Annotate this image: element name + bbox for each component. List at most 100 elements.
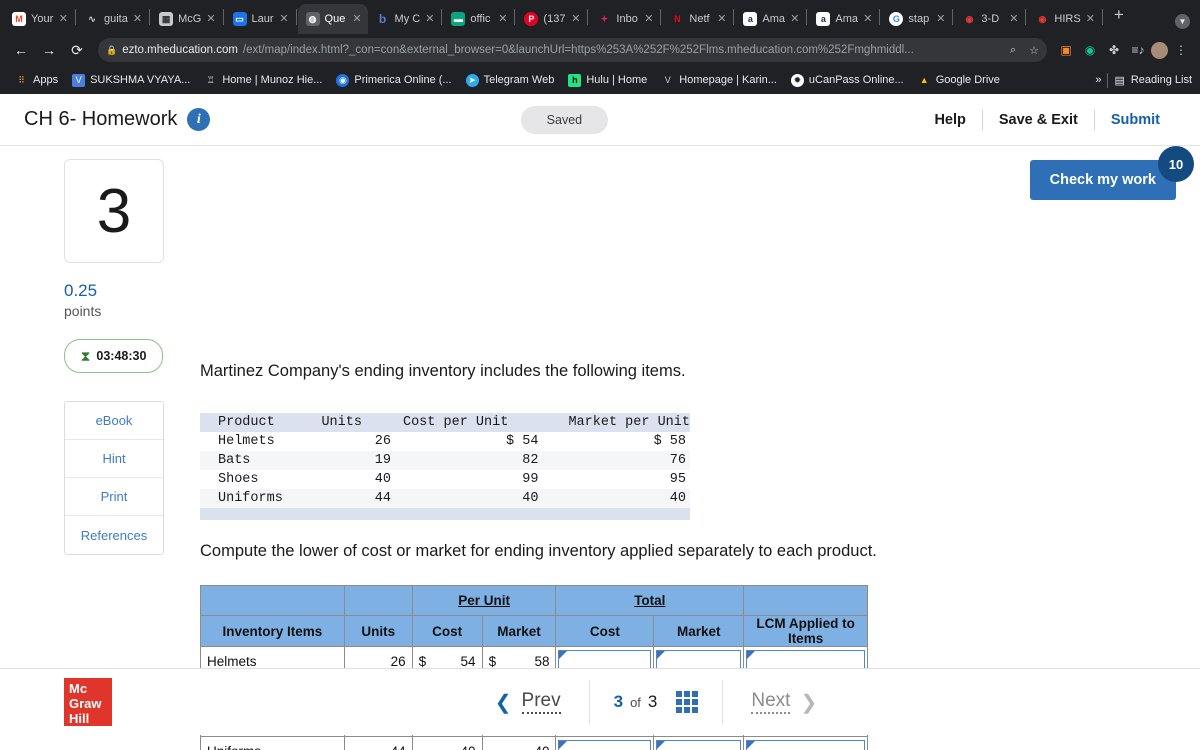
tab-close-icon[interactable]: ✕ (352, 13, 361, 25)
browser-tab[interactable]: b My C ✕ (368, 4, 441, 34)
tab-close-icon[interactable]: ✕ (571, 13, 580, 25)
group-header-per-unit: Per Unit (411, 585, 557, 616)
total-cost-input[interactable] (558, 739, 652, 750)
bookmark-label: Homepage | Karin... (679, 74, 777, 86)
tab-close-icon[interactable]: ✕ (206, 13, 215, 25)
assignment-header: CH 6- Homework i Saved Help Save & Exit … (0, 94, 1200, 146)
lcm-input[interactable] (746, 739, 865, 750)
exhibit-market: 76 (669, 453, 686, 468)
bookmark-item[interactable]: h Hulu | Home (561, 71, 654, 90)
tab-close-icon[interactable]: ✕ (863, 13, 872, 25)
puzzle-icon[interactable]: ✤ (1103, 39, 1125, 61)
hulu-icon: h (568, 73, 582, 87)
avatar-icon[interactable] (1151, 41, 1168, 59)
table-row: Uniforms 44 40 40 (200, 489, 690, 508)
exhibit-header-market: Market per Unit (568, 415, 690, 430)
browser-tab[interactable]: ▬ offic ✕ (443, 4, 513, 34)
bookmark-star-icon[interactable]: ☆ (1029, 44, 1039, 57)
forward-button[interactable]: → (36, 37, 62, 63)
info-icon[interactable]: i (187, 108, 211, 131)
bookmark-item[interactable]: ♖ Home | Munoz Hie... (197, 71, 329, 90)
ebook-button[interactable]: eBook (65, 402, 163, 440)
references-button[interactable]: References (65, 516, 163, 554)
input-cell-total-cost[interactable] (555, 736, 655, 750)
browser-tab[interactable]: ✦ Inbo ✕ (589, 4, 659, 34)
points-label: points (64, 303, 102, 319)
tab-close-icon[interactable]: ✕ (59, 13, 68, 25)
table-row: Shoes 40 99 95 (200, 470, 690, 489)
browser-tab[interactable]: ∿ guita ✕ (77, 4, 148, 34)
hint-button[interactable]: Hint (65, 440, 163, 478)
current-page: 3 (613, 692, 624, 711)
address-bar[interactable]: 🔒 ezto.mheducation.com /ext/map/index.ht… (98, 38, 1047, 62)
bookmark-item[interactable]: ▲ Google Drive (911, 71, 1007, 90)
new-tab-button[interactable]: + (1104, 5, 1134, 29)
answer-item-name: Uniforms (200, 736, 345, 750)
bookmark-apps[interactable]: ⠿ Apps (8, 71, 65, 90)
browser-tab[interactable]: N Netf ✕ (662, 4, 732, 34)
back-button[interactable]: ← (8, 37, 34, 63)
reload-button[interactable]: ⟳ (64, 37, 90, 63)
browser-tab[interactable]: ◉ 3-D ✕ (954, 4, 1024, 34)
tab-close-icon[interactable]: ✕ (133, 13, 142, 25)
tab-close-icon[interactable]: ✕ (498, 13, 507, 25)
browser-tab[interactable]: ▭ Laur ✕ (225, 4, 295, 34)
assignment-content: Check my work 10 3 0.25 points ⧗ 03:48:3… (0, 146, 1200, 750)
bookmark-item[interactable]: ➤ Telegram Web (459, 71, 562, 90)
bookmark-item[interactable]: V SUKSHMA VYAYA... (65, 71, 197, 90)
tab-title: 3-D (981, 13, 1000, 25)
tab-title: Netf (689, 13, 710, 25)
bookmark-label: SUKSHMA VYAYA... (90, 74, 191, 86)
tab-title: Your (31, 13, 54, 25)
prev-button[interactable]: ❮ Prev (467, 690, 589, 715)
browser-tab[interactable]: P (137 ✕ (516, 4, 586, 34)
tab-close-icon[interactable]: ✕ (1086, 13, 1095, 25)
exhibit-market: $ 58 (653, 434, 686, 449)
telegram-icon: ➤ (465, 73, 479, 87)
extension-orange-icon[interactable]: ▣ (1055, 39, 1077, 61)
tab-close-icon[interactable]: ✕ (936, 13, 945, 25)
browser-tab[interactable]: G stap ✕ (881, 4, 951, 34)
bookmarks-separator (1107, 72, 1109, 88)
next-button[interactable]: Next ❯ (723, 690, 845, 715)
bookmarks-overflow-icon[interactable]: » (1095, 74, 1101, 86)
tab-close-icon[interactable]: ✕ (1009, 13, 1018, 25)
bookmark-item[interactable]: ◉ Primerica Online (... (329, 71, 458, 90)
answer-group-header-row: Per Unit Total (200, 585, 868, 616)
browser-tab[interactable]: a Ama ✕ (808, 4, 878, 34)
logo-line-1: Mc (69, 681, 88, 696)
points-value: 0.25 (64, 281, 98, 300)
input-cell-lcm[interactable] (743, 736, 868, 750)
input-cell-total-market[interactable] (653, 736, 745, 750)
browser-tab[interactable]: M Your ✕ (4, 4, 74, 34)
col-header-inventory-items: Inventory Items (200, 615, 345, 647)
browser-tab-active[interactable]: ◍ Que ✕ (297, 4, 368, 34)
reading-list-label[interactable]: Reading List (1131, 74, 1192, 86)
exhibit-market: 40 (669, 491, 686, 506)
tab-close-icon[interactable]: ✕ (717, 13, 726, 25)
answer-per-unit-cost-value: 40 (461, 744, 476, 750)
save-and-exit-button[interactable]: Save & Exit (983, 112, 1094, 128)
browser-tab[interactable]: ◉ HIRS ✕ (1027, 4, 1101, 34)
search-icon[interactable]: ⌕ (1010, 44, 1016, 57)
print-button[interactable]: Print (65, 478, 163, 516)
answer-per-unit-market-value: 40 (534, 744, 549, 750)
readinglist-icon[interactable]: ≡♪ (1127, 39, 1149, 61)
tab-close-icon[interactable]: ✕ (279, 13, 288, 25)
help-button[interactable]: Help (918, 112, 981, 128)
tab-close-icon[interactable]: ✕ (644, 13, 653, 25)
bookmark-item[interactable]: ✹ uCanPass Online... (784, 71, 911, 90)
tab-close-icon[interactable]: ✕ (790, 13, 799, 25)
submit-button[interactable]: Submit (1095, 112, 1176, 128)
lock-icon: 🔒 (106, 44, 118, 55)
tab-search-icon[interactable]: ▼ (1175, 14, 1190, 29)
total-market-input[interactable] (656, 739, 742, 750)
grid-pages-icon[interactable] (676, 691, 699, 713)
browser-tab[interactable]: ▦ McG ✕ (151, 4, 221, 34)
bookmark-item[interactable]: V Homepage | Karin... (654, 71, 784, 90)
exhibit-product: Shoes (218, 472, 259, 487)
browser-tab[interactable]: a Ama ✕ (735, 4, 805, 34)
menu-icon[interactable]: ⋮ (1170, 39, 1192, 61)
grammarly-icon[interactable]: ◉ (1079, 39, 1101, 61)
tab-close-icon[interactable]: ✕ (425, 13, 434, 25)
